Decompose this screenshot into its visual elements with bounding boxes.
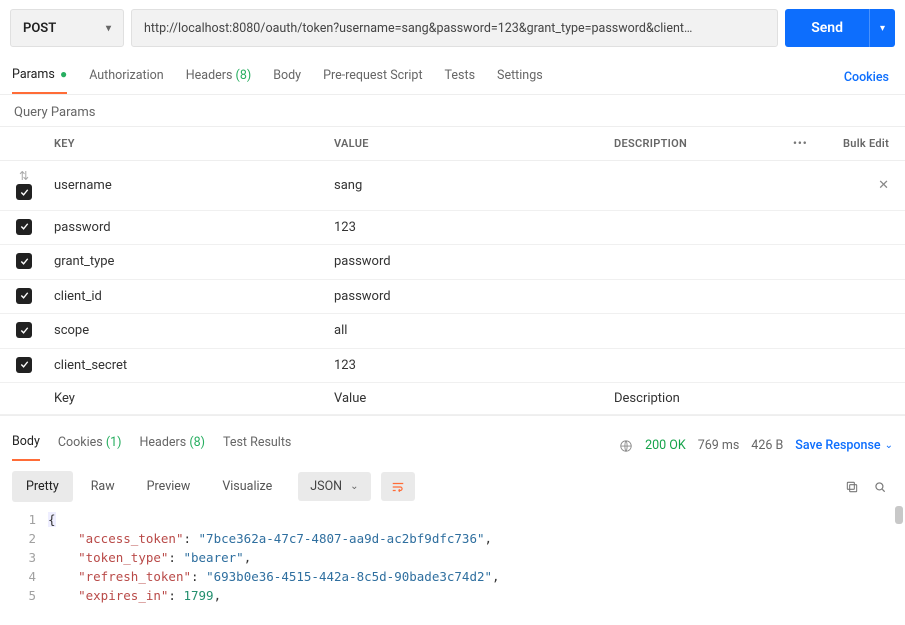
globe-icon[interactable] bbox=[619, 438, 633, 453]
tab-params-label: Params bbox=[12, 67, 55, 82]
save-response-label: Save Response bbox=[795, 438, 880, 453]
status-time: 769 ms bbox=[698, 438, 740, 453]
param-desc-cell[interactable] bbox=[604, 210, 905, 245]
tab-tests[interactable]: Tests bbox=[445, 62, 475, 93]
url-value: http://localhost:8080/oauth/token?userna… bbox=[144, 21, 692, 36]
line-number-gutter: 12345 bbox=[0, 510, 48, 605]
send-button-group: Send ▾ bbox=[785, 9, 895, 47]
param-key-cell[interactable]: client_secret bbox=[44, 348, 324, 383]
param-key-cell[interactable]: scope bbox=[44, 314, 324, 349]
request-tabs: Params ● Authorization Headers (8) Body … bbox=[0, 55, 905, 95]
param-key-cell[interactable]: client_id bbox=[44, 279, 324, 314]
param-value-cell[interactable]: 123 bbox=[324, 210, 604, 245]
scrollbar-thumb[interactable] bbox=[895, 506, 903, 524]
tab-response-cookies-label: Cookies bbox=[58, 435, 103, 450]
tab-prerequest[interactable]: Pre-request Script bbox=[323, 62, 422, 93]
param-desc-cell[interactable] bbox=[604, 348, 905, 383]
status-size: 426 B bbox=[751, 438, 783, 453]
row-checkbox[interactable] bbox=[16, 253, 32, 269]
tab-headers-label: Headers bbox=[186, 68, 233, 83]
http-method-select[interactable]: POST ▾ bbox=[10, 9, 124, 47]
param-key-cell[interactable]: grant_type bbox=[44, 245, 324, 280]
param-desc-cell[interactable] bbox=[604, 279, 905, 314]
url-input[interactable]: http://localhost:8080/oauth/token?userna… bbox=[131, 9, 778, 47]
cookies-link[interactable]: Cookies bbox=[844, 70, 893, 85]
bulk-edit-button[interactable]: Bulk Edit bbox=[833, 127, 905, 161]
copy-icon[interactable] bbox=[845, 479, 859, 494]
close-icon[interactable]: ✕ bbox=[878, 178, 889, 193]
row-checkbox[interactable] bbox=[16, 357, 32, 373]
param-desc-cell[interactable]: ✕ bbox=[604, 161, 905, 211]
tab-test-results[interactable]: Test Results bbox=[223, 431, 291, 460]
table-row[interactable]: client_secret123 bbox=[0, 348, 905, 383]
params-active-dot-icon: ● bbox=[60, 67, 67, 81]
format-select[interactable]: JSON ⌄ bbox=[298, 472, 370, 501]
tab-response-body[interactable]: Body bbox=[12, 430, 40, 461]
search-icon[interactable] bbox=[873, 479, 887, 494]
tab-response-headers-label: Headers bbox=[140, 435, 187, 450]
response-body-code: { "access_token": "7bce362a-47c7-4807-aa… bbox=[48, 510, 905, 605]
param-value-cell[interactable]: all bbox=[324, 314, 604, 349]
tab-body[interactable]: Body bbox=[273, 62, 301, 93]
response-tabs: Body Cookies (1) Headers (8) Test Result… bbox=[0, 415, 905, 461]
row-checkbox[interactable] bbox=[16, 322, 32, 338]
param-value-cell[interactable]: 123 bbox=[324, 348, 604, 383]
table-row[interactable]: ⇅ usernamesang ✕ bbox=[0, 161, 905, 211]
row-checkbox[interactable] bbox=[16, 288, 32, 304]
tab-headers[interactable]: Headers (8) bbox=[186, 62, 251, 93]
param-key-cell[interactable]: username bbox=[44, 161, 324, 211]
send-button[interactable]: Send bbox=[785, 9, 869, 47]
chevron-down-icon: ▾ bbox=[106, 23, 111, 34]
tab-response-cookies-count: (1) bbox=[106, 435, 122, 450]
new-key-input[interactable]: Key bbox=[44, 383, 324, 415]
view-pretty-button[interactable]: Pretty bbox=[12, 471, 73, 502]
response-body-editor[interactable]: 12345 { "access_token": "7bce362a-47c7-4… bbox=[0, 502, 905, 605]
tab-response-headers-count: (8) bbox=[189, 435, 205, 450]
table-row[interactable]: grant_typepassword bbox=[0, 245, 905, 280]
view-preview-button[interactable]: Preview bbox=[133, 471, 205, 502]
table-row[interactable]: password123 bbox=[0, 210, 905, 245]
new-value-input[interactable]: Value bbox=[324, 383, 604, 415]
send-button-label: Send bbox=[811, 20, 843, 36]
param-desc-cell[interactable] bbox=[604, 245, 905, 280]
response-body-toolbar: Pretty Raw Preview Visualize JSON ⌄ bbox=[0, 461, 905, 502]
table-row[interactable]: client_idpassword bbox=[0, 279, 905, 314]
tab-response-headers[interactable]: Headers (8) bbox=[140, 431, 205, 460]
new-desc-input[interactable]: Description bbox=[604, 383, 905, 415]
table-row-new[interactable]: Key Value Description bbox=[0, 383, 905, 415]
chevron-down-icon: ⌄ bbox=[350, 481, 358, 492]
http-method-value: POST bbox=[23, 21, 56, 36]
query-params-heading: Query Params bbox=[0, 95, 905, 126]
param-desc-cell[interactable] bbox=[604, 314, 905, 349]
chevron-down-icon: ⌄ bbox=[885, 440, 893, 451]
table-row[interactable]: scopeall bbox=[0, 314, 905, 349]
param-key-cell[interactable]: password bbox=[44, 210, 324, 245]
drag-handle-icon[interactable]: ⇅ bbox=[19, 169, 29, 183]
tab-authorization[interactable]: Authorization bbox=[89, 62, 164, 93]
send-dropdown-button[interactable]: ▾ bbox=[869, 9, 895, 47]
col-more-button[interactable]: ••• bbox=[783, 127, 833, 161]
row-checkbox[interactable] bbox=[16, 184, 32, 200]
col-value: VALUE bbox=[324, 127, 604, 161]
param-value-cell[interactable]: password bbox=[324, 245, 604, 280]
col-key: KEY bbox=[44, 127, 324, 161]
view-visualize-button[interactable]: Visualize bbox=[208, 471, 286, 502]
tab-response-cookies[interactable]: Cookies (1) bbox=[58, 431, 122, 460]
chevron-down-icon: ▾ bbox=[880, 23, 885, 34]
tab-params[interactable]: Params ● bbox=[12, 61, 67, 94]
param-value-cell[interactable]: sang bbox=[324, 161, 604, 211]
format-select-value: JSON bbox=[310, 479, 342, 494]
param-value-cell[interactable]: password bbox=[324, 279, 604, 314]
view-raw-button[interactable]: Raw bbox=[77, 471, 129, 502]
tab-headers-count: (8) bbox=[236, 68, 252, 83]
wrap-lines-button[interactable] bbox=[381, 472, 415, 501]
row-checkbox[interactable] bbox=[16, 219, 32, 235]
query-params-table: KEY VALUE DESCRIPTION ••• Bulk Edit ⇅ us… bbox=[0, 126, 905, 415]
tab-settings[interactable]: Settings bbox=[497, 62, 543, 93]
status-code: 200 OK bbox=[645, 438, 686, 453]
save-response-button[interactable]: Save Response ⌄ bbox=[795, 438, 893, 453]
ellipsis-icon: ••• bbox=[793, 137, 808, 150]
col-description: DESCRIPTION bbox=[604, 127, 783, 161]
